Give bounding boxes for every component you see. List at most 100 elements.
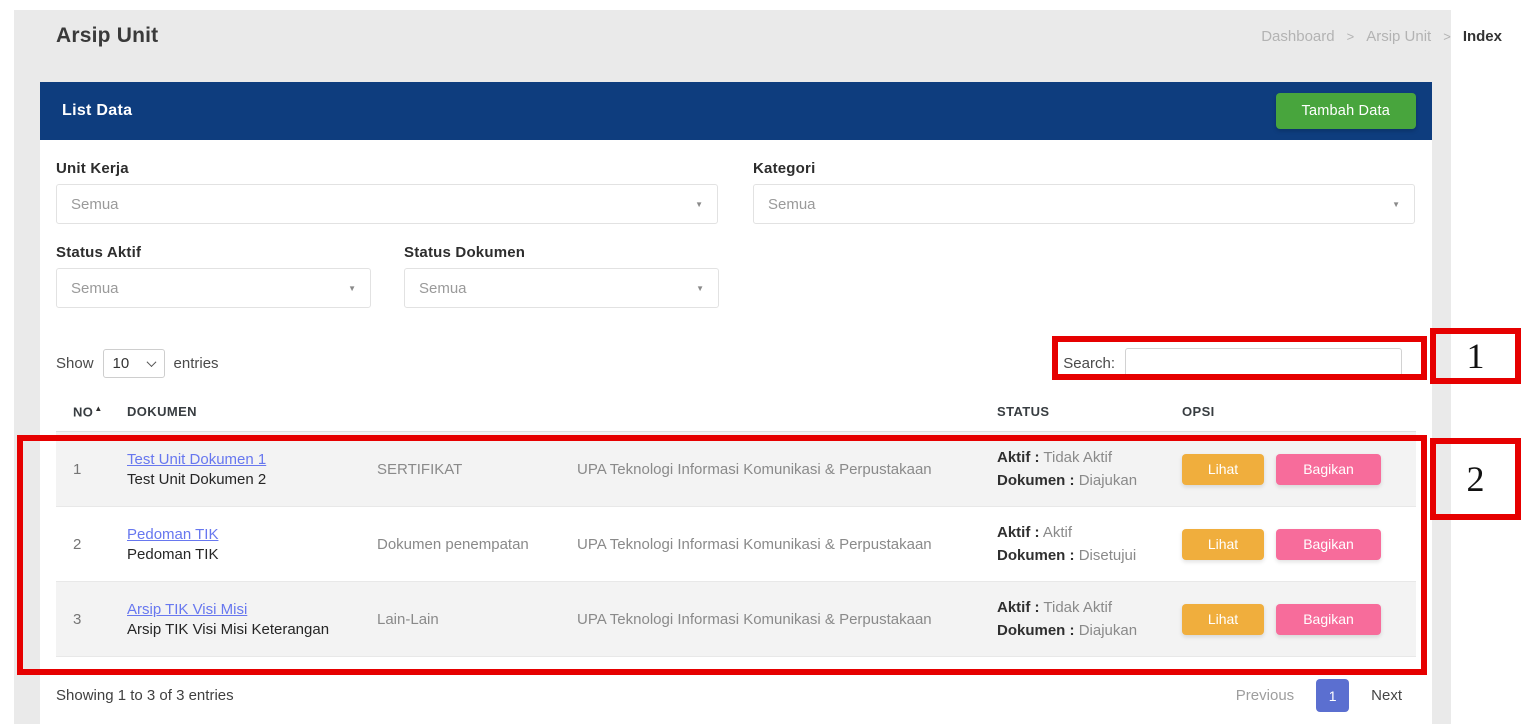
- table-row: 2 Pedoman TIK Pedoman TIK Dokumen penemp…: [56, 507, 1416, 582]
- pagination-page-1[interactable]: 1: [1316, 679, 1349, 712]
- dokumen-link[interactable]: Arsip TIK Visi Misi: [127, 601, 247, 618]
- kategori-cell: Lain-Lain: [366, 611, 566, 628]
- dokumen-status-label: Dokumen :: [997, 472, 1075, 489]
- column-header-opsi: OPSI: [1171, 404, 1416, 419]
- list-data-card: List Data Tambah Data Unit Kerja Semua ▼…: [40, 82, 1432, 724]
- chevron-down-icon: ▼: [1392, 200, 1400, 209]
- aktif-label: Aktif :: [997, 524, 1040, 541]
- opsi-cell: Lihat Bagikan: [1171, 604, 1416, 635]
- status-dokumen-selected-value: Semua: [419, 280, 467, 297]
- page-title: Arsip Unit: [56, 24, 158, 48]
- pagination-next[interactable]: Next: [1371, 687, 1402, 704]
- status-dokumen-select[interactable]: Semua ▼: [404, 268, 719, 308]
- breadcrumb: Dashboard > Arsip Unit > Index: [1261, 28, 1512, 45]
- opsi-cell: Lihat Bagikan: [1171, 529, 1416, 560]
- bagikan-button[interactable]: Bagikan: [1276, 604, 1381, 635]
- dokumen-status-label: Dokumen :: [997, 547, 1075, 564]
- breadcrumb-separator: >: [1443, 29, 1451, 44]
- aktif-label: Aktif :: [997, 449, 1040, 466]
- status-cell: Aktif : Tidak Aktif Dokumen : Diajukan: [986, 596, 1171, 643]
- page-length-select[interactable]: 10: [103, 349, 165, 378]
- row-number: 1: [56, 461, 116, 478]
- annotation-number: 2: [1467, 458, 1485, 500]
- kategori-cell: Dokumen penempatan: [366, 536, 566, 553]
- page: Arsip Unit Dashboard > Arsip Unit > Inde…: [0, 0, 1533, 724]
- bagikan-button[interactable]: Bagikan: [1276, 454, 1381, 485]
- table-row: 1 Test Unit Dokumen 1 Test Unit Dokumen …: [56, 432, 1416, 507]
- unit-cell: UPA Teknologi Informasi Komunikasi & Per…: [566, 536, 986, 553]
- status-aktif-filter: Status Aktif Semua ▼: [56, 244, 371, 308]
- dokumen-link[interactable]: Test Unit Dokumen 1: [127, 451, 266, 468]
- unit-kerja-filter: Unit Kerja Semua ▼: [56, 160, 718, 224]
- breadcrumb-dashboard[interactable]: Dashboard: [1261, 28, 1334, 45]
- breadcrumb-separator: >: [1347, 29, 1355, 44]
- dokumen-cell: Test Unit Dokumen 1 Test Unit Dokumen 2: [116, 451, 366, 488]
- column-header-unit: [566, 404, 986, 419]
- breadcrumb-index: Index: [1463, 28, 1502, 45]
- search-input[interactable]: [1125, 348, 1402, 378]
- dokumen-status-value: Diajukan: [1079, 472, 1137, 489]
- pagination-previous[interactable]: Previous: [1236, 687, 1294, 704]
- annotation-number: 1: [1467, 335, 1485, 377]
- bagikan-button[interactable]: Bagikan: [1276, 529, 1381, 560]
- breadcrumb-arsip-unit[interactable]: Arsip Unit: [1366, 28, 1431, 45]
- status-cell: Aktif : Tidak Aktif Dokumen : Diajukan: [986, 446, 1171, 493]
- kategori-cell: SERTIFIKAT: [366, 461, 566, 478]
- unit-kerja-selected-value: Semua: [71, 196, 119, 213]
- table-header-row: NO▲ DOKUMEN STATUS OPSI: [56, 404, 1416, 432]
- kategori-select[interactable]: Semua ▼: [753, 184, 1415, 224]
- dokumen-subtitle: Test Unit Dokumen 2: [127, 471, 366, 488]
- dokumen-cell: Arsip TIK Visi Misi Arsip TIK Visi Misi …: [116, 601, 366, 638]
- kategori-selected-value: Semua: [768, 196, 816, 213]
- filters-row-1: Unit Kerja Semua ▼ Kategori Semua ▼: [56, 160, 1416, 224]
- table-row: 3 Arsip TIK Visi Misi Arsip TIK Visi Mis…: [56, 582, 1416, 657]
- page-header: Arsip Unit Dashboard > Arsip Unit > Inde…: [40, 12, 1514, 60]
- chevron-down-icon: ▼: [695, 200, 703, 209]
- sort-asc-icon: ▲: [94, 404, 102, 413]
- column-header-no[interactable]: NO▲: [56, 404, 116, 419]
- column-header-dokumen[interactable]: DOKUMEN: [116, 404, 366, 419]
- show-entries-control: Show 10 entries: [56, 349, 219, 378]
- chevron-down-icon: [146, 357, 156, 367]
- entries-label: entries: [174, 355, 219, 372]
- status-dokumen-filter: Status Dokumen Semua ▼: [404, 244, 719, 308]
- status-dokumen-label: Status Dokumen: [404, 244, 719, 261]
- lihat-button[interactable]: Lihat: [1182, 454, 1264, 485]
- unit-cell: UPA Teknologi Informasi Komunikasi & Per…: [566, 611, 986, 628]
- aktif-value: Aktif: [1043, 524, 1072, 541]
- dokumen-subtitle: Pedoman TIK: [127, 546, 366, 563]
- lihat-button[interactable]: Lihat: [1182, 529, 1264, 560]
- status-aktif-select[interactable]: Semua ▼: [56, 268, 371, 308]
- table-footer: Showing 1 to 3 of 3 entries Previous 1 N…: [56, 679, 1416, 712]
- search-label: Search:: [1063, 355, 1115, 372]
- page-length-value: 10: [113, 355, 130, 372]
- card-body: Unit Kerja Semua ▼ Kategori Semua ▼: [40, 140, 1432, 712]
- dokumen-status-value: Diajukan: [1079, 622, 1137, 639]
- column-header-status[interactable]: STATUS: [986, 404, 1171, 419]
- kategori-label: Kategori: [753, 160, 1415, 177]
- lihat-button[interactable]: Lihat: [1182, 604, 1264, 635]
- filters-row-2: Status Aktif Semua ▼ Status Dokumen Semu…: [56, 244, 1416, 308]
- dokumen-subtitle: Arsip TIK Visi Misi Keterangan: [127, 621, 366, 638]
- status-cell: Aktif : Aktif Dokumen : Disetujui: [986, 521, 1171, 568]
- aktif-value: Tidak Aktif: [1043, 599, 1112, 616]
- arsip-table: NO▲ DOKUMEN STATUS OPSI 1 Test Unit Doku…: [56, 404, 1416, 657]
- card-title: List Data: [62, 102, 132, 120]
- pagination: Previous 1 Next: [1236, 679, 1402, 712]
- dokumen-status-label: Dokumen :: [997, 622, 1075, 639]
- card-header: List Data Tambah Data: [40, 82, 1432, 140]
- table-controls: Show 10 entries Search:: [56, 348, 1416, 378]
- search-control: Search:: [1063, 348, 1402, 378]
- dokumen-status-value: Disetujui: [1079, 547, 1137, 564]
- chevron-down-icon: ▼: [696, 284, 704, 293]
- unit-kerja-select[interactable]: Semua ▼: [56, 184, 718, 224]
- tambah-data-button[interactable]: Tambah Data: [1276, 93, 1416, 129]
- aktif-label: Aktif :: [997, 599, 1040, 616]
- status-aktif-label: Status Aktif: [56, 244, 371, 261]
- chevron-down-icon: ▼: [348, 284, 356, 293]
- dokumen-link[interactable]: Pedoman TIK: [127, 526, 218, 543]
- unit-kerja-label: Unit Kerja: [56, 160, 718, 177]
- status-aktif-selected-value: Semua: [71, 280, 119, 297]
- aktif-value: Tidak Aktif: [1043, 449, 1112, 466]
- row-number: 3: [56, 611, 116, 628]
